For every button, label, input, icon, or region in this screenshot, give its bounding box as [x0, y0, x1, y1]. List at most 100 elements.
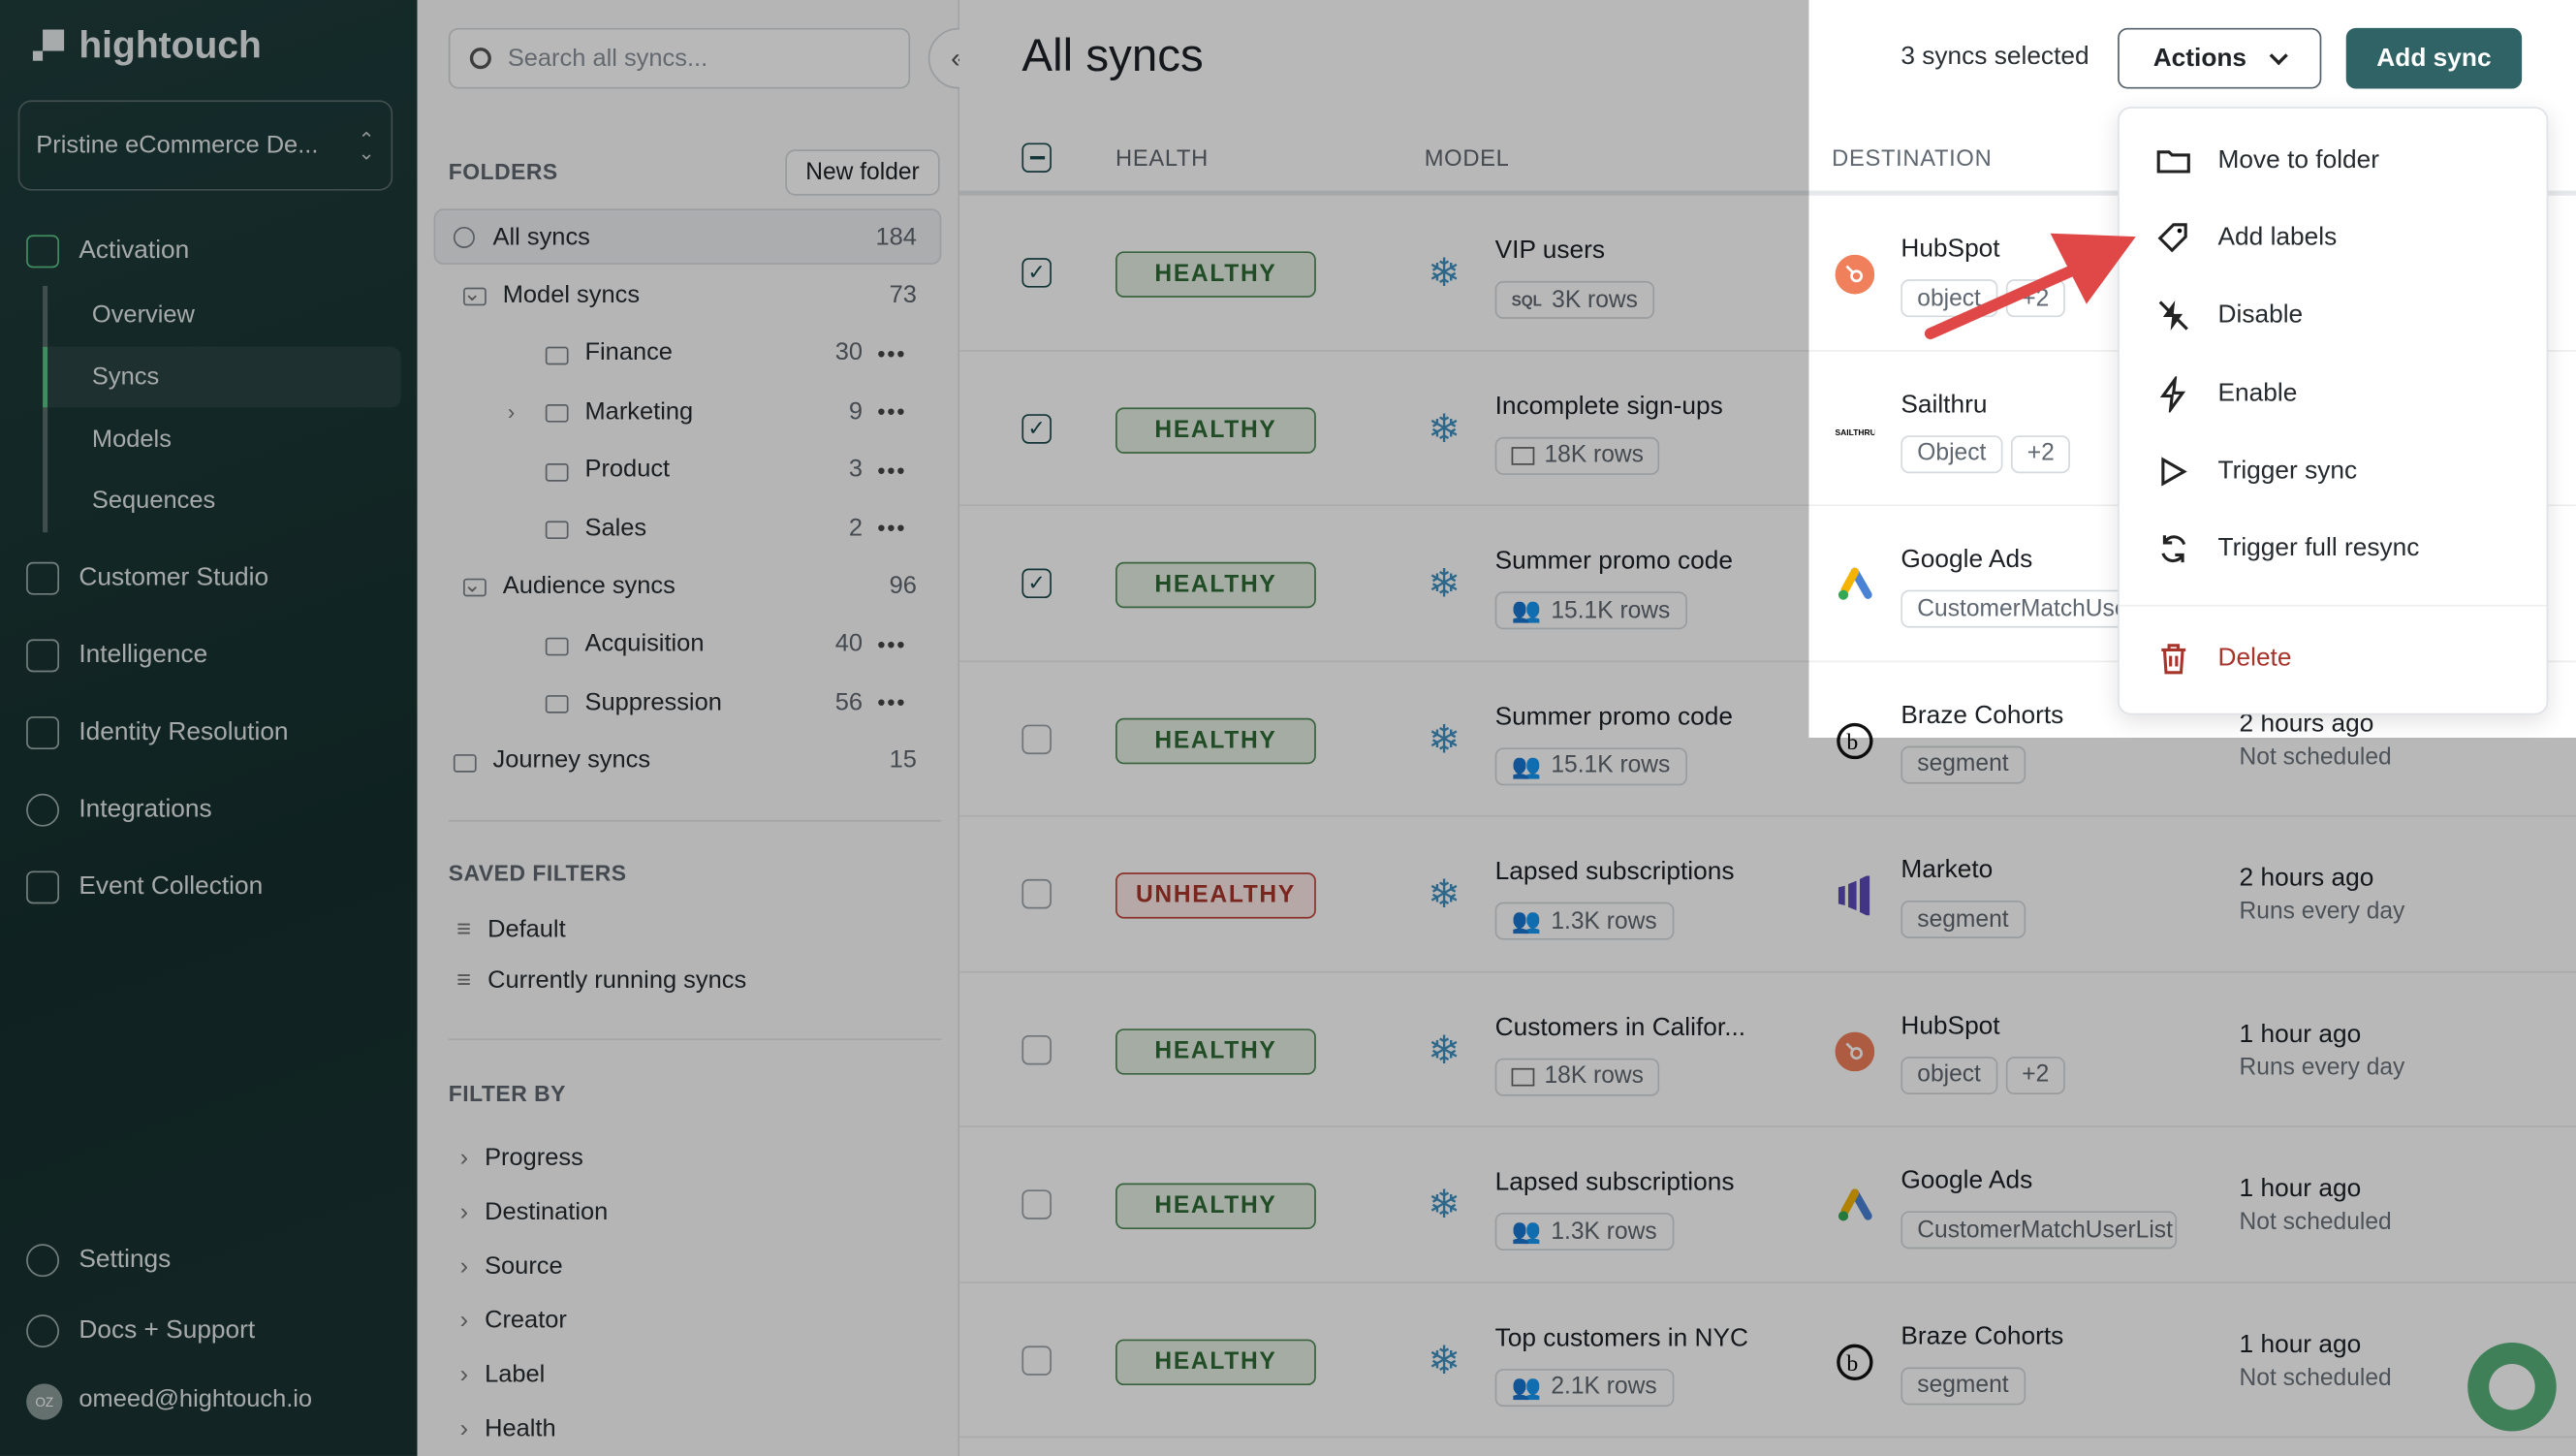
divider [448, 819, 942, 822]
model-name[interactable]: Customers in Califor... [1495, 1013, 1745, 1043]
folder-item[interactable]: Product 3 ••• [418, 453, 959, 486]
sailthru-logo-icon: SAILTHRU [1836, 427, 1875, 436]
folder-item[interactable]: Sales 2 ••• [418, 511, 959, 544]
row-checkbox[interactable]: ✓ [1021, 413, 1052, 443]
snowflake-icon: ❄ [1428, 1028, 1461, 1073]
customer-studio-icon [26, 561, 60, 595]
more-icon[interactable]: ••• [877, 457, 906, 483]
nav-overview[interactable]: Overview [92, 301, 195, 329]
add-sync-button[interactable]: Add sync [2345, 27, 2523, 89]
saved-filter[interactable]: ≡ Currently running syncs [456, 966, 746, 995]
folder-item[interactable]: Acquisition 40 ••• [418, 627, 959, 660]
chat-button[interactable] [2467, 1342, 2557, 1432]
user-email[interactable]: omeed@hightouch.io [79, 1385, 312, 1413]
chevron-right-icon[interactable]: › [508, 398, 515, 423]
column-health[interactable]: HEALTH [1115, 144, 1209, 171]
table-row[interactable]: HEALTHY ❄ Lapsed subscriptions 👥 1.3K row… [958, 1127, 2576, 1283]
filter-creator[interactable]: › Creator [460, 1307, 567, 1335]
workspace-selector[interactable]: Pristine eCommerce De... ⌃ ⌄ [17, 100, 393, 191]
model-name[interactable]: VIP users [1495, 237, 1605, 267]
more-icon[interactable]: ••• [877, 340, 906, 366]
nav-settings[interactable]: Settings [26, 1244, 171, 1278]
snowflake-icon: ❄ [1428, 561, 1461, 607]
row-checkbox[interactable] [1021, 878, 1052, 909]
table-row[interactable]: UNHEALTHY ❄ Lapsed subscriptions 👥 1.3K r… [958, 817, 2576, 972]
filter-progress[interactable]: › Progress [460, 1144, 583, 1172]
subnav-line [43, 285, 48, 533]
sidebar: hightouch Pristine eCommerce De... ⌃ ⌄ Act… [0, 0, 418, 1456]
table-row[interactable]: HEALTHY ❄ Top customers in NYC 👥 2.1K row… [958, 1282, 2576, 1439]
nav-identity-resolution[interactable]: Identity Resolution [26, 716, 289, 750]
menu-item-add-labels[interactable]: Add labels [2120, 206, 2547, 271]
filter-source[interactable]: › Source [460, 1252, 563, 1281]
folder-count: 3 [848, 455, 863, 484]
folder-icon [545, 518, 569, 546]
menu-item-trigger-sync[interactable]: Trigger sync [2120, 439, 2547, 505]
model-name[interactable]: Lapsed subscriptions [1495, 1168, 1735, 1198]
menu-item-move-to-folder[interactable]: Move to folder [2120, 128, 2547, 194]
nav-activation[interactable]: Activation [26, 235, 189, 269]
nav-syncs[interactable]: Syncs [92, 364, 159, 392]
more-icon[interactable]: ••• [877, 515, 906, 541]
filter-icon: ≡ [456, 915, 472, 944]
folder-item[interactable]: › Marketing 9 ••• [418, 395, 959, 427]
more-icon[interactable]: ••• [877, 398, 906, 425]
more-icon[interactable]: ••• [877, 689, 906, 715]
actions-dropdown-button[interactable]: Actions [2118, 27, 2322, 89]
nav-sequences[interactable]: Sequences [92, 487, 215, 515]
nav-docs-support[interactable]: Docs + Support [26, 1314, 255, 1348]
avatar[interactable]: OZ [26, 1383, 63, 1420]
folder-label: All syncs [492, 222, 590, 251]
model-name[interactable]: Summer promo code [1495, 548, 1733, 578]
nav-intelligence[interactable]: Intelligence [26, 639, 207, 673]
row-checkbox[interactable] [1021, 1189, 1052, 1219]
filter-destination[interactable]: › Destination [460, 1198, 609, 1226]
saved-filter[interactable]: ≡ Default [456, 915, 565, 943]
row-checkbox[interactable]: ✓ [1021, 568, 1052, 599]
folder-item[interactable]: ⌄ Model syncs 73 [418, 278, 959, 311]
folder-item[interactable]: All syncs 184 [418, 220, 959, 253]
menu-item-label: Move to folder [2217, 145, 2380, 174]
table-row[interactable]: HEALTHY ❄ Customers in Califor... 18K ro… [958, 972, 2576, 1127]
check-icon: ✓ [1027, 415, 1046, 440]
column-destination[interactable]: DESTINATION [1832, 144, 1992, 171]
filter-label[interactable]: › Label [460, 1361, 546, 1389]
row-checkbox[interactable] [1021, 1034, 1052, 1064]
hubspot-logo-icon [1835, 254, 1875, 295]
audience-icon: 👥 [1511, 1375, 1542, 1402]
more-icon[interactable]: ••• [877, 631, 906, 657]
folder-item[interactable]: Journey syncs 15 [418, 744, 959, 776]
menu-item-delete[interactable]: Delete [2120, 626, 2547, 692]
menu-item-trigger-full-resync[interactable]: Trigger full resync [2120, 516, 2547, 582]
filter-health[interactable]: › Health [460, 1415, 556, 1443]
search-input[interactable]: Search all syncs... [448, 27, 911, 89]
destination-tag: object [1901, 1056, 1997, 1094]
folder-item[interactable]: ⌄ Audience syncs 96 [418, 569, 959, 602]
model-icon [463, 285, 487, 313]
nav-integrations[interactable]: Integrations [26, 793, 212, 827]
row-checkbox[interactable]: ✓ [1021, 258, 1052, 288]
hightouch-logo[interactable]: hightouch [32, 23, 262, 68]
model-name[interactable]: Summer promo code [1495, 703, 1733, 733]
model-rows-pill: SQL 3K rows [1494, 280, 1654, 319]
row-checkbox[interactable] [1021, 1345, 1052, 1376]
model-name[interactable]: Lapsed subscriptions [1495, 858, 1735, 888]
model-name[interactable]: Top customers in NYC [1495, 1323, 1748, 1353]
saved-filters-heading: SAVED FILTERS [448, 861, 627, 886]
model-name[interactable]: Incomplete sign-ups [1495, 392, 1723, 422]
folder-item[interactable]: Suppression 56 ••• [418, 685, 959, 718]
bolt-icon [2159, 376, 2186, 413]
menu-item-disable[interactable]: Disable [2120, 283, 2547, 349]
row-checkbox[interactable] [1021, 723, 1052, 754]
column-model[interactable]: MODEL [1425, 144, 1510, 171]
nav-event-collection[interactable]: Event Collection [26, 870, 263, 904]
sql-icon: SQL [1511, 291, 1542, 308]
menu-item-enable[interactable]: Enable [2120, 362, 2547, 427]
destination-name: Braze Cohorts [1901, 1321, 2064, 1350]
new-folder-button[interactable]: New folder [785, 149, 940, 196]
select-all-checkbox[interactable] [1021, 142, 1052, 173]
nav-customer-studio[interactable]: Customer Studio [26, 561, 268, 595]
folder-item[interactable]: Finance 30 ••• [418, 336, 959, 369]
nav-models[interactable]: Models [92, 426, 172, 454]
menu-item-label: Trigger full resync [2217, 533, 2420, 562]
